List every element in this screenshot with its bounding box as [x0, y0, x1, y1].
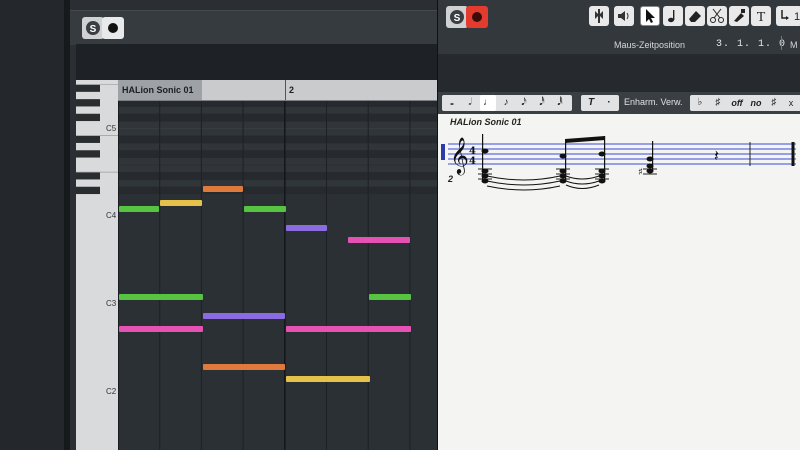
record-enable-button[interactable] — [102, 17, 124, 39]
text-icon: T — [757, 10, 766, 25]
midi-note-purple[interactable] — [286, 225, 327, 231]
record-dot-icon — [108, 23, 118, 33]
key-label-c2: C2 — [106, 387, 117, 396]
acoustic-feedback-button[interactable] — [614, 6, 634, 26]
half-note-button[interactable]: 𝅗𝅥 — [462, 95, 478, 111]
left-panel-strip — [0, 0, 65, 450]
timeline-ruler[interactable]: HALion Sonic 01 2 — [118, 80, 440, 101]
midi-note-yellow[interactable] — [160, 200, 202, 206]
quarter-note-button[interactable]: ♩ — [480, 95, 496, 111]
step-input-button[interactable]: 1 — [776, 6, 800, 26]
text-button[interactable]: T — [583, 95, 599, 111]
erase-tool[interactable] — [685, 6, 705, 26]
auto-scroll-button[interactable] — [589, 6, 609, 26]
eraser-icon — [689, 11, 701, 22]
svg-text:4: 4 — [469, 156, 476, 167]
enharmonic-label: Enharm. Verw. — [624, 97, 683, 107]
whole-note-button[interactable]: 𝅝 — [444, 95, 460, 111]
part-name: HALion Sonic 01 — [122, 85, 194, 95]
toolbar-divider — [781, 36, 782, 50]
solo-icon: S — [450, 10, 464, 24]
note-grid[interactable] — [118, 101, 440, 450]
enharmonic-group: ♭ ♯ off no ♯ x — [690, 95, 800, 111]
staff-cursor — [441, 144, 445, 160]
midi-note-green[interactable] — [119, 206, 159, 212]
flat-button[interactable]: ♭ — [692, 95, 708, 111]
sixtyfourth-note-button[interactable]: 𝅘𝅥𝅱 — [552, 95, 568, 111]
text-dot-group: T · — [581, 95, 619, 111]
piano-keyboard[interactable]: C5 C4 C3 C2 — [76, 80, 118, 450]
sixteenth-note-button[interactable]: 𝅘𝅥𝅯 — [516, 95, 532, 111]
key-editor-toolbar: S — [70, 10, 440, 45]
midi-note-pink[interactable] — [286, 326, 411, 332]
object-selection-tool[interactable] — [640, 6, 660, 26]
treble-clef-icon: 𝄞 — [450, 136, 469, 175]
ruler-bar-line — [285, 80, 286, 100]
note-value-bar: 𝅝 𝅗𝅥 ♩ ♪ 𝅘𝅥𝅯 𝅘𝅥𝅰 𝅘𝅥𝅱 T · Enharm. Verw. ♭… — [438, 92, 800, 114]
key-label-c4: C4 — [106, 211, 117, 220]
note-value-group: 𝅝 𝅗𝅥 ♩ ♪ 𝅘𝅥𝅯 𝅘𝅥𝅰 𝅘𝅥𝅱 — [442, 95, 572, 111]
note-icon — [668, 10, 675, 23]
auto-scroll-icon — [595, 9, 603, 23]
speaker-icon — [618, 11, 629, 21]
solo-icon: S — [86, 21, 100, 35]
sharp-button[interactable]: ♯ — [710, 95, 726, 111]
key-label-c3: C3 — [106, 299, 117, 308]
svg-text:S: S — [454, 13, 461, 24]
svg-text:♯: ♯ — [638, 167, 643, 178]
glue-tool[interactable] — [729, 6, 749, 26]
svg-text:1: 1 — [794, 11, 800, 23]
midi-note-yellow[interactable] — [286, 376, 370, 382]
off-button[interactable]: off — [728, 95, 746, 111]
quarter-rest-icon: 𝄽 — [714, 146, 719, 165]
key-editor-window: S C5 C4 C3 C2 HALion Sonic 01 2 — [70, 0, 440, 450]
step-input-icon: 1 — [781, 10, 800, 23]
midi-note-orange[interactable] — [203, 186, 243, 192]
note-grid-lines — [118, 101, 440, 450]
cut-off-label: M — [790, 40, 798, 50]
thirtysecond-note-button[interactable]: 𝅘𝅥𝅰 — [534, 95, 550, 111]
scissors-icon — [710, 8, 724, 23]
eighth-note-button[interactable]: ♪ — [498, 95, 514, 111]
ruler-bar-number: 2 — [289, 85, 295, 95]
arrow-icon — [646, 9, 655, 23]
score-toolbar: S T 1 Maus-Zeitposition 3. 1. 1. 0 M — [438, 0, 800, 54]
score-info-strip — [438, 54, 800, 92]
score-record-button[interactable] — [466, 6, 488, 28]
split-tool[interactable] — [707, 6, 727, 26]
record-dot-icon — [472, 12, 482, 22]
double-sharp-button[interactable]: ♯ — [766, 95, 782, 111]
staff-notation: 𝄞 4 4 ♯ 𝄽 — [441, 134, 796, 191]
insert-note-tool[interactable] — [663, 6, 683, 26]
midi-note-orange[interactable] — [203, 364, 285, 370]
midi-note-green[interactable] — [369, 294, 411, 300]
key-label-c5: C5 — [106, 124, 117, 133]
mouse-position-value: 3. 1. 1. 0 — [716, 39, 787, 50]
midi-note-purple[interactable] — [203, 313, 285, 319]
svg-text:T: T — [757, 10, 766, 25]
score-solo-button[interactable]: S — [446, 6, 468, 28]
midi-note-pink[interactable] — [348, 237, 410, 243]
key-editor-info-strip — [76, 44, 440, 80]
midi-note-pink[interactable] — [119, 326, 203, 332]
key-editor-titlebar — [70, 0, 440, 10]
glue-icon — [734, 9, 745, 22]
no-button[interactable]: no — [748, 95, 764, 111]
svg-text:S: S — [90, 24, 97, 35]
midi-note-green[interactable] — [119, 294, 203, 300]
text-tool[interactable]: T — [751, 6, 771, 26]
solo-button[interactable]: S — [82, 17, 104, 39]
score-page[interactable]: HALion Sonic 01 2 𝄞 4 4 ♯ 𝄽 — [438, 114, 800, 450]
score-editor-window: S T 1 Maus-Zeitposition 3. 1. 1. 0 M 𝅝 𝅗… — [437, 0, 800, 450]
dot-button[interactable]: · — [601, 95, 617, 111]
midi-note-green[interactable] — [244, 206, 286, 212]
double-x-button[interactable]: x — [784, 95, 798, 111]
mouse-position-label: Maus-Zeitposition — [614, 40, 686, 50]
